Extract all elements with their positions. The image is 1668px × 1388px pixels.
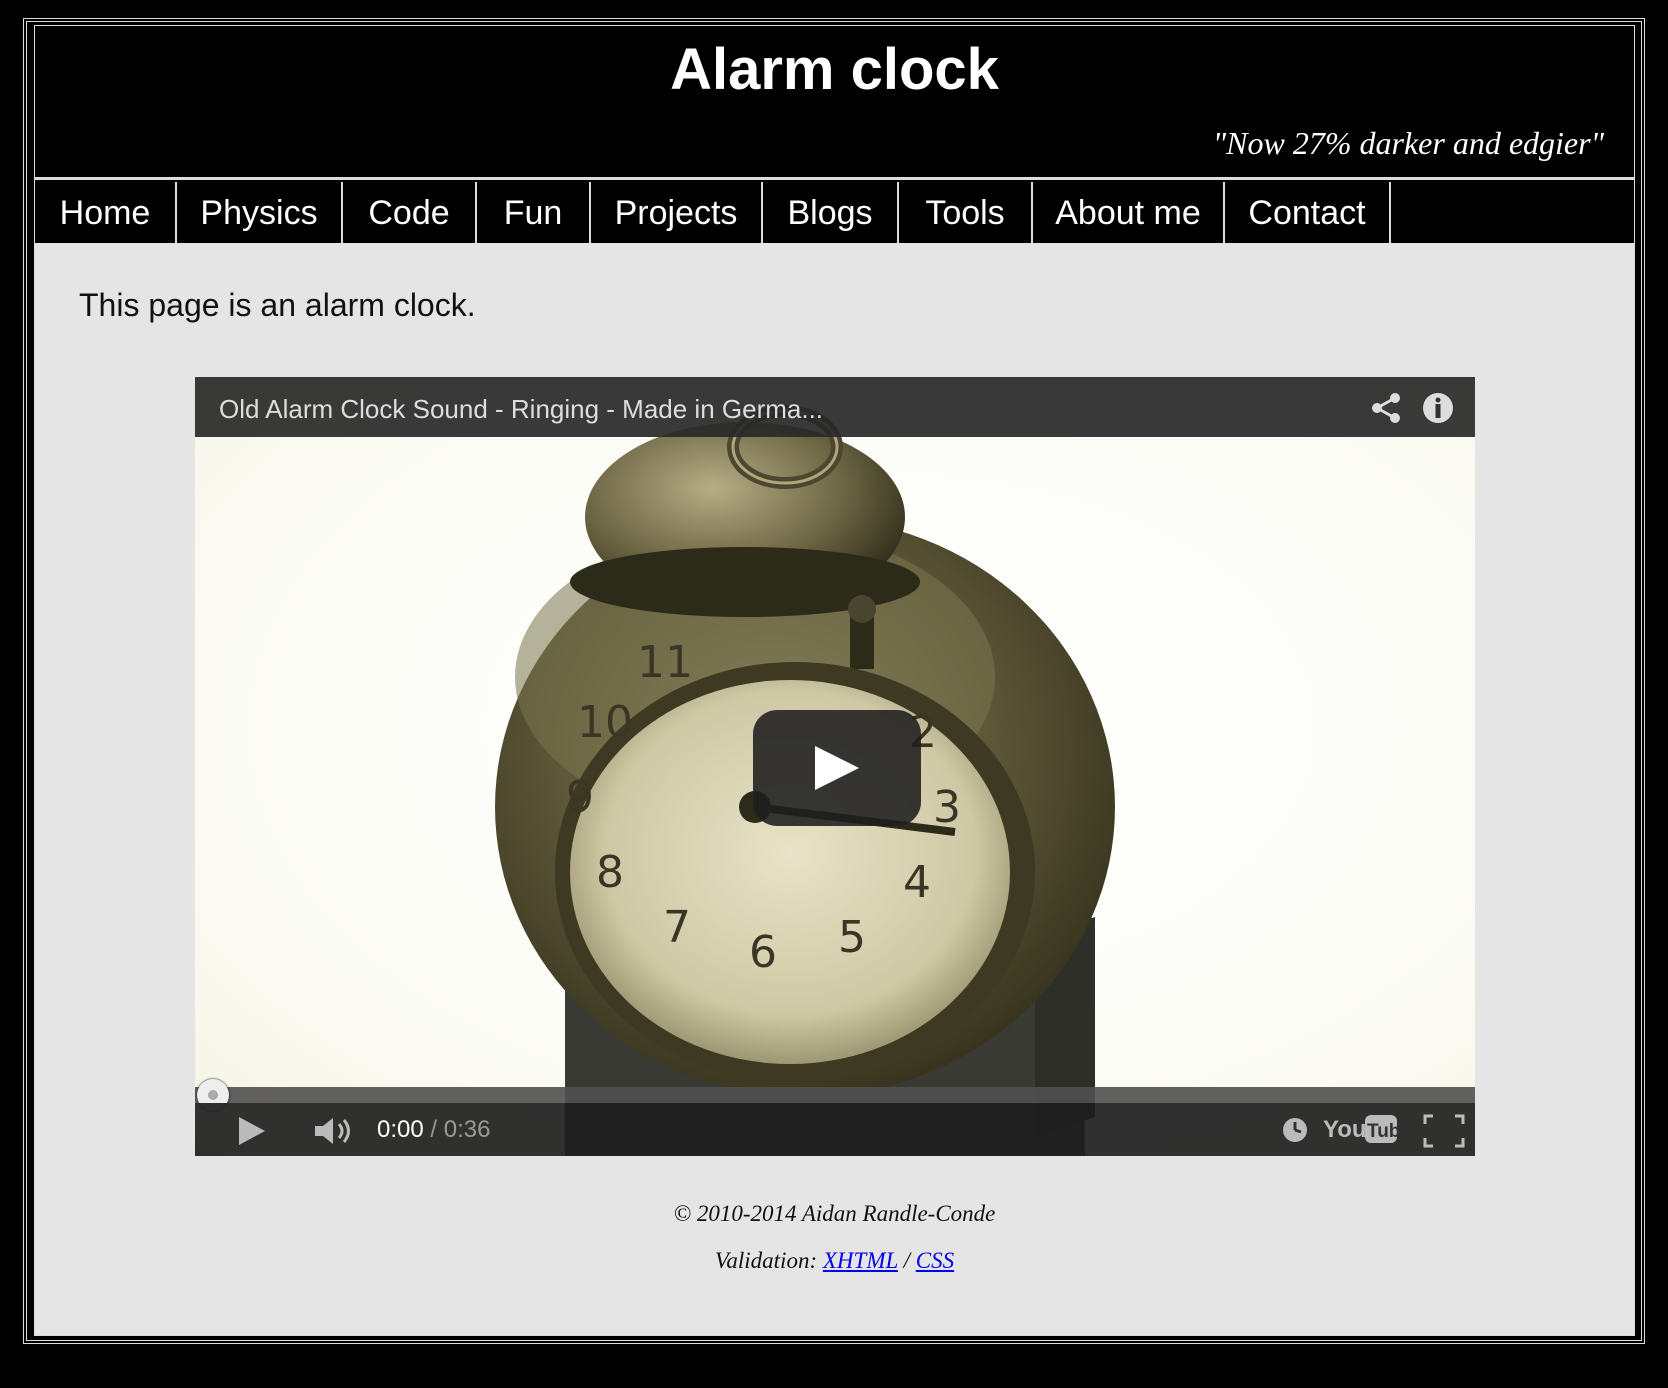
nav-item-blogs[interactable]: Blogs: [763, 182, 899, 243]
main-nav: Home Physics Code Fun Projects Blogs Too…: [35, 182, 1634, 243]
current-time: 0:00: [377, 1116, 424, 1143]
main-content: This page is an alarm clock. 11 10 9 8 7…: [35, 243, 1634, 1335]
copyright: © 2010-2014 Aidan Randle-Conde: [673, 1201, 996, 1226]
nav-item-tools[interactable]: Tools: [899, 182, 1033, 243]
svg-text:7: 7: [663, 902, 691, 953]
svg-text:4: 4: [903, 857, 931, 908]
time-display: 0:00 / 0:36: [377, 1116, 490, 1144]
video-controls: 0:00 / 0:36 You Tube: [195, 1103, 1475, 1156]
volume-icon[interactable]: [313, 1115, 355, 1147]
svg-text:6: 6: [749, 927, 777, 978]
link-separator: /: [903, 1248, 911, 1273]
nav-item-projects[interactable]: Projects: [591, 182, 763, 243]
page-frame: Alarm clock "Now 27% darker and edgier" …: [23, 18, 1645, 1344]
fullscreen-icon[interactable]: [1423, 1114, 1465, 1148]
validation-line: Validation: XHTML / CSS: [35, 1248, 1634, 1274]
video-title[interactable]: Old Alarm Clock Sound - Ringing - Made i…: [219, 394, 823, 425]
tagline: "Now 27% darker and edgier": [1212, 125, 1604, 161]
watch-later-icon[interactable]: [1281, 1116, 1309, 1144]
svg-text:9: 9: [566, 772, 594, 823]
nav-item-physics[interactable]: Physics: [177, 182, 343, 243]
nav-item-fun[interactable]: Fun: [477, 182, 591, 243]
svg-text:5: 5: [838, 912, 866, 963]
play-icon[interactable]: [235, 1115, 267, 1147]
big-play-button[interactable]: [753, 710, 921, 826]
svg-text:3: 3: [933, 782, 961, 833]
svg-text:You: You: [1323, 1116, 1367, 1143]
play-icon: [815, 746, 859, 790]
video-player[interactable]: 11 10 9 8 7 6 5 4 3 2 Old Alarm Clock So…: [195, 377, 1475, 1156]
nav-item-about-me[interactable]: About me: [1033, 182, 1225, 243]
nav-item-contact[interactable]: Contact: [1225, 182, 1391, 243]
page-inner: Alarm clock "Now 27% darker and edgier" …: [34, 25, 1635, 1336]
svg-text:8: 8: [596, 847, 624, 898]
svg-text:11: 11: [637, 637, 693, 688]
info-icon[interactable]: [1421, 391, 1455, 425]
css-link[interactable]: CSS: [916, 1248, 954, 1273]
svg-text:10: 10: [577, 697, 633, 748]
nav-item-home[interactable]: Home: [35, 182, 177, 243]
duration: 0:36: [443, 1116, 491, 1143]
video-title-bar: Old Alarm Clock Sound - Ringing - Made i…: [195, 377, 1475, 437]
time-separator: /: [423, 1116, 444, 1143]
progress-bar[interactable]: [195, 1087, 1475, 1103]
site-header: Alarm clock "Now 27% darker and edgier": [35, 26, 1634, 177]
xhtml-link[interactable]: XHTML: [823, 1248, 898, 1273]
share-icon[interactable]: [1369, 391, 1403, 425]
validation-label: Validation:: [714, 1248, 818, 1273]
svg-text:Tube: Tube: [1367, 1121, 1399, 1142]
youtube-logo[interactable]: You Tube: [1323, 1111, 1399, 1147]
intro-text: This page is an alarm clock.: [79, 287, 476, 323]
nav-item-code[interactable]: Code: [343, 182, 477, 243]
header-divider: [35, 177, 1634, 180]
page-title: Alarm clock: [670, 37, 999, 102]
